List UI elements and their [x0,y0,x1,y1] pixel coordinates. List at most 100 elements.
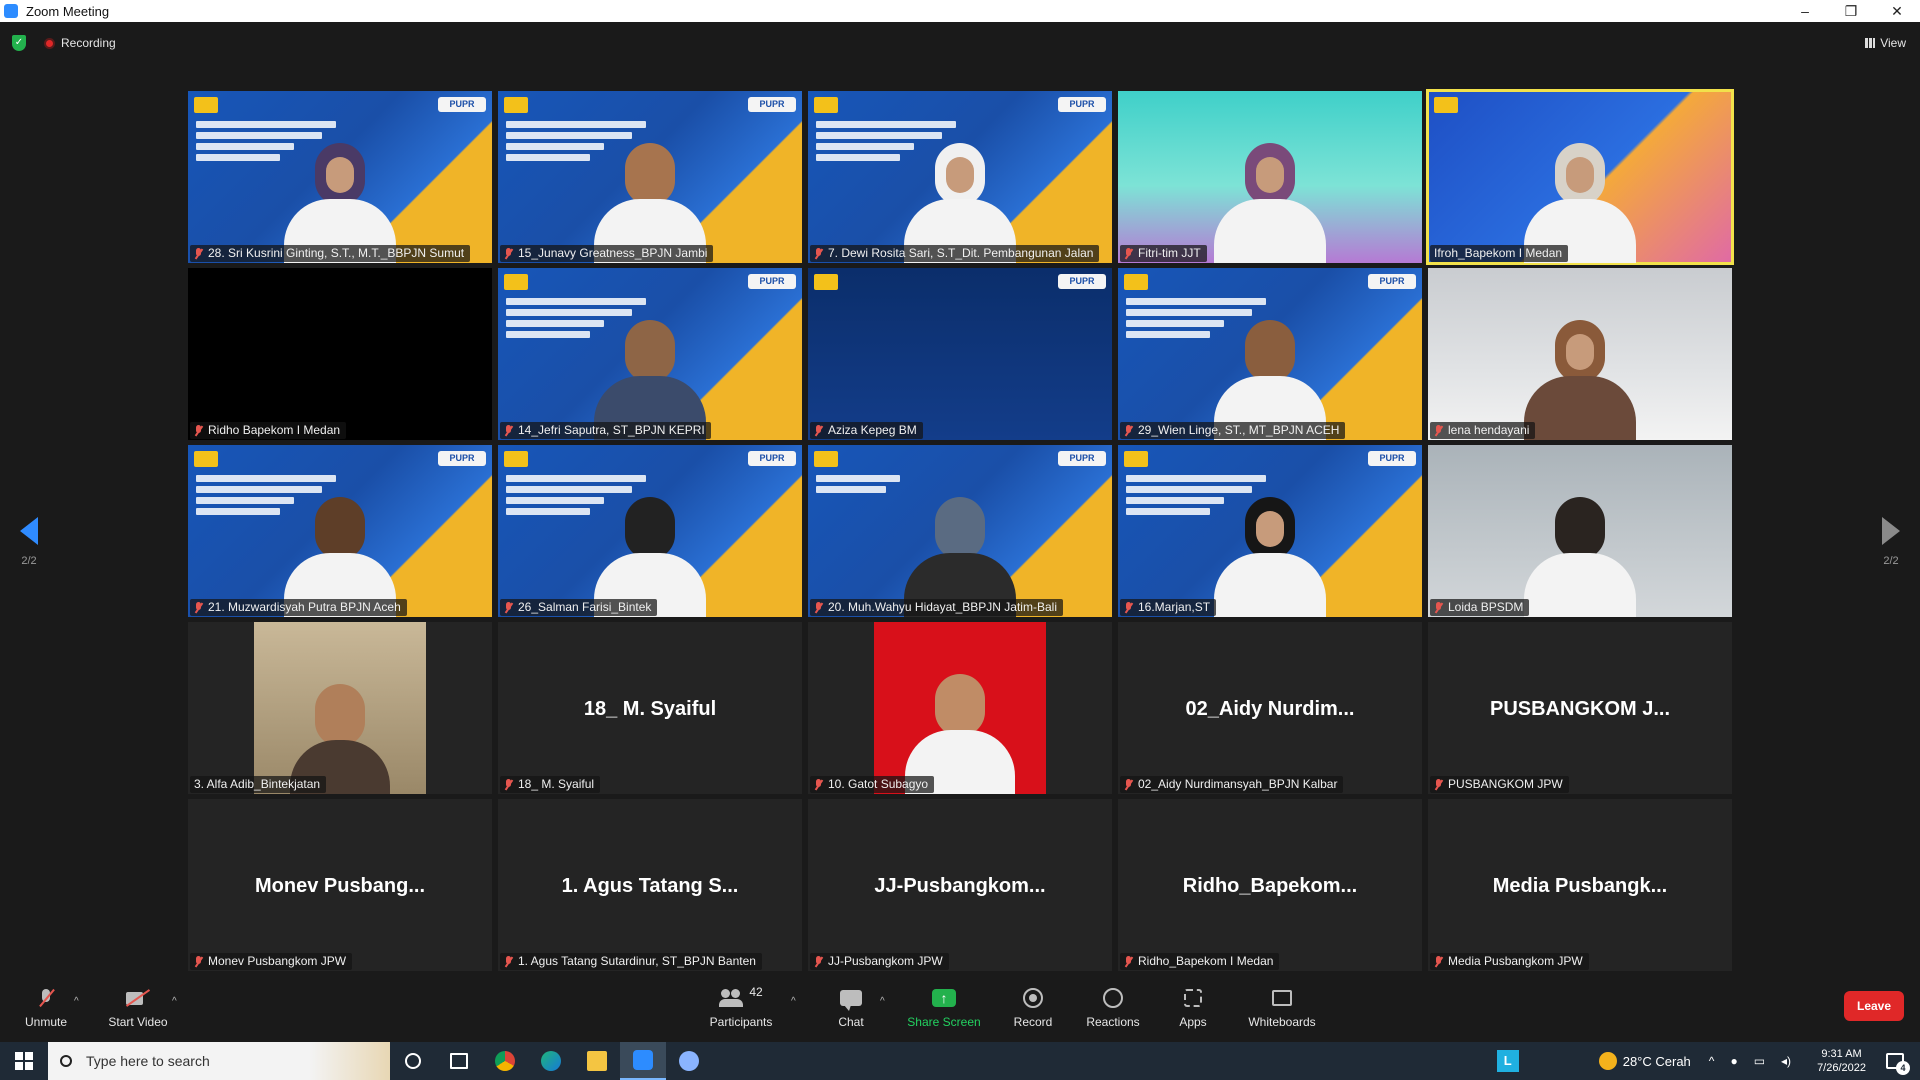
audio-options-chevron-icon[interactable]: ^ [74,996,79,1007]
start-button[interactable] [0,1042,48,1080]
participant-tile[interactable]: Fitri-tim JJT [1118,91,1422,263]
security-shield-icon[interactable]: ✓ [12,35,26,51]
taskbar-search-input[interactable]: Type here to search [48,1042,390,1080]
participant-name-label: Fitri-tim JJT [1120,245,1207,262]
zoom-app-icon[interactable] [620,1042,666,1080]
participant-name-label: 16.Marjan,ST [1120,599,1217,616]
participant-name: 28. Sri Kusrini Ginting, S.T., M.T._BBPJ… [208,246,465,260]
participant-tile[interactable]: lena hendayani [1428,268,1732,440]
participant-tile[interactable]: 02_Aidy Nurdim... 02_Aidy Nurdimansyah_B… [1118,622,1422,794]
share-screen-button[interactable]: ↑ Share Screen [900,984,988,1038]
window-title: Zoom Meeting [26,3,110,19]
leave-button[interactable]: Leave [1844,991,1904,1021]
network-icon[interactable]: ▭ [1754,1054,1765,1068]
participant-tile[interactable]: PUPR 29_Wien Linge, ST., MT_BPJN ACEH [1118,268,1422,440]
chevron-up-icon[interactable]: ^ [1709,1054,1715,1068]
participant-tile[interactable]: 3. Alfa Adib_Bintekjatan [188,622,492,794]
participant-tile[interactable]: PUPR Aziza Kepeg BM [808,268,1112,440]
participant-tile[interactable]: Ridho_Bapekom... Ridho_Bapekom I Medan [1118,799,1422,971]
pu-logo-icon [504,274,528,290]
participant-tile[interactable]: JJ-Pusbangkom... JJ-Pusbangkom JPW [808,799,1112,971]
participant-tile[interactable]: PUPR 20. Muh.Wahyu Hidayat_BBPJN Jatim-B… [808,445,1112,617]
participant-name: 26_Salman Farisi_Bintek [518,600,652,614]
participants-button[interactable]: 42 Participants [697,984,785,1038]
whiteboards-button[interactable]: Whiteboards [1238,984,1326,1038]
participant-name: 7. Dewi Rosita Sari, S.T_Dit. Pembanguna… [828,246,1094,260]
active-speaker-tile[interactable]: Ifroh_Bapekom I Medan [1426,89,1734,265]
whiteboards-label: Whiteboards [1248,1015,1316,1029]
minimize-button[interactable]: – [1782,0,1828,22]
apps-label: Apps [1179,1015,1207,1029]
video-options-chevron-icon[interactable]: ^ [172,996,177,1007]
participant-display-name: JJ-Pusbangkom... [874,875,1046,897]
participant-name-label: Ridho Bapekom I Medan [190,422,347,439]
participant-tile[interactable]: 1. Agus Tatang S... 1. Agus Tatang Sutar… [498,799,802,971]
pupr-logo-icon: PUPR [1368,274,1416,289]
participant-name-label: Ifroh_Bapekom I Medan [1430,245,1569,262]
task-view-button[interactable] [436,1042,482,1080]
muted-mic-icon [1124,601,1133,614]
restore-button[interactable]: ❐ [1828,0,1874,22]
pu-logo-icon [1124,274,1148,290]
unmute-button[interactable]: Unmute [2,984,90,1038]
participant-tile[interactable]: 18_ M. Syaiful 18_ M. Syaiful [498,622,802,794]
recording-indicator[interactable]: Recording [44,36,116,50]
participant-name: 18_ M. Syaiful [518,777,595,791]
edge-app-icon[interactable] [528,1042,574,1080]
tray-app-icon[interactable]: L [1496,1050,1519,1072]
chat-icon [840,990,862,1011]
notifications-icon[interactable]: 4 [1886,1053,1910,1075]
muted-mic-icon [504,955,513,968]
participant-tile[interactable]: 10. Gatot Subagyo [808,622,1112,794]
moon-app-icon[interactable] [666,1042,712,1080]
close-button[interactable]: ✕ [1874,0,1920,22]
participants-options-chevron-icon[interactable]: ^ [791,996,796,1007]
search-highlight-image [310,1042,390,1080]
reactions-button[interactable]: Reactions [1069,984,1157,1038]
notification-count: 4 [1896,1061,1910,1075]
microphone-icon[interactable]: ● [1730,1054,1737,1068]
share-screen-label: Share Screen [907,1015,981,1029]
pu-logo-icon [814,274,838,290]
previous-page-button[interactable] [20,517,38,547]
participant-name: 20. Muh.Wahyu Hidayat_BBPJN Jatim-Bali [828,600,1057,614]
page-indicator-right: 2/2 [1883,555,1899,567]
search-icon [60,1055,72,1067]
window-controls: – ❐ ✕ [1782,0,1920,22]
participant-tile[interactable]: PUPR 28. Sri Kusrini Ginting, S.T., M.T.… [188,91,492,263]
participant-tile[interactable]: Monev Pusbang... Monev Pusbangkom JPW [188,799,492,971]
next-page-button[interactable] [1882,517,1900,547]
title-bar: Zoom Meeting – ❐ ✕ [0,0,1920,22]
file-explorer-app-icon[interactable] [574,1042,620,1080]
chat-options-chevron-icon[interactable]: ^ [880,996,885,1007]
volume-icon[interactable]: ◂) [1781,1054,1791,1068]
view-label: View [1880,36,1906,50]
participant-tile[interactable]: Media Pusbangk... Media Pusbangkom JPW [1428,799,1732,971]
participant-tile[interactable]: Loida BPSDM [1428,445,1732,617]
participant-name-label: Monev Pusbangkom JPW [190,953,353,970]
participant-name-label: 20. Muh.Wahyu Hidayat_BBPJN Jatim-Bali [810,599,1063,616]
participant-name: JJ-Pusbangkom JPW [828,954,943,968]
participant-tile[interactable]: PUPR 7. Dewi Rosita Sari, S.T_Dit. Pemba… [808,91,1112,263]
participant-tile[interactable]: PUPR 16.Marjan,ST [1118,445,1422,617]
participant-tile[interactable]: PUPR 26_Salman Farisi_Bintek [498,445,802,617]
chat-button[interactable]: Chat [807,984,895,1038]
participant-name: 29_Wien Linge, ST., MT_BPJN ACEH [1138,423,1340,437]
cortana-button[interactable] [390,1042,436,1080]
view-button[interactable]: View [1865,36,1906,50]
start-video-button[interactable]: Start Video [94,984,182,1038]
apps-button[interactable]: Apps [1149,984,1237,1038]
participant-tile[interactable]: Ridho Bapekom I Medan [188,268,492,440]
record-button[interactable]: Record [989,984,1077,1038]
participant-tile[interactable]: PUPR 15_Junavy Greatness_BPJN Jambi [498,91,802,263]
clock-date: 7/26/2022 [1817,1062,1866,1074]
chrome-app-icon[interactable] [482,1042,528,1080]
participant-tile[interactable]: PUPR 14_Jefri Saputra, ST_BPJN KEPRI [498,268,802,440]
participant-tile[interactable]: PUSBANGKOM J... PUSBANGKOM JPW [1428,622,1732,794]
participant-tile[interactable]: PUPR 21. Muzwardisyah Putra BPJN Aceh [188,445,492,617]
participant-display-name: Monev Pusbang... [254,875,426,897]
clock[interactable]: 9:31 AM 7/26/2022 [1817,1047,1866,1075]
clock-time: 9:31 AM [1821,1048,1862,1060]
participant-name: PUSBANGKOM JPW [1448,777,1563,791]
weather-text[interactable]: 28°C Cerah [1623,1054,1691,1069]
